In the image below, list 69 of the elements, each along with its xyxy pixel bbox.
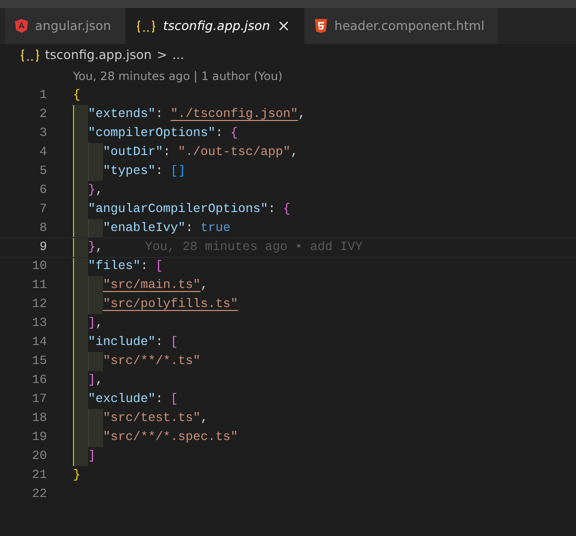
line-number: 10 [30,258,47,275]
code-line: "angularCompilerOptions": { [88,201,291,218]
code-line: "src/polyfills.ts" [103,296,238,313]
code-line: "exclude": [ [88,391,178,408]
code-line: "compilerOptions": { [88,125,238,142]
line-number: 22 [30,486,47,503]
line-number: 5 [38,163,47,180]
code-line: "files": [ [88,258,164,275]
line-number: 4 [38,144,47,161]
code-line: "enableIvy": true [103,220,231,237]
braces-icon [20,48,40,62]
indent-guide [88,295,103,314]
line-number: 9 [38,239,47,256]
line-number: 17 [30,391,47,408]
line-number: 16 [30,372,47,389]
indent-guide [73,447,88,466]
shield-icon [315,19,328,33]
editor-tab[interactable]: header.component.html [305,8,498,44]
indent-guide [88,219,103,238]
line-number: 12 [30,296,47,313]
indent-guide [88,352,103,371]
blame-annotation: You, 28 minutes ago • add IVY [144,239,363,256]
line-number: 7 [38,201,47,218]
code-line: "extends": "./tsconfig.json", [88,106,306,123]
code-line: "src/**/*.spec.ts" [103,429,238,446]
code-line: { [73,87,81,104]
close-icon[interactable]: × [277,18,290,34]
indent-guide [88,409,103,428]
code-line: ], [88,315,104,332]
breadcrumb-separator: > [156,46,168,64]
code-line: ], [88,372,104,389]
line-number: 1 [38,87,47,104]
code-line: "types": [] [103,163,186,180]
editor-tab[interactable]: angular.json [5,8,126,44]
line-number: 2 [38,106,47,123]
codelens-text[interactable]: You, 28 minutes ago | 1 author (You) [73,69,283,83]
code-line: "src/test.ts", [103,410,208,427]
code-line: "src/main.ts", [103,277,208,294]
line-number: 11 [30,277,47,294]
line-number: 15 [30,353,47,370]
line-number: 13 [30,315,47,332]
code-line: } [73,467,81,484]
line-number: 21 [30,467,47,484]
indent-guide [88,428,103,447]
breadcrumb-item[interactable]: tsconfig.app.json [45,46,152,64]
breadcrumb-item[interactable]: ... [172,46,184,64]
indent-guide [88,143,103,162]
line-number: 3 [38,125,47,142]
code-line: }, [88,239,104,256]
line-number: 19 [30,429,47,446]
code-line: ] [88,448,96,465]
code-line: "include": [ [88,334,178,351]
line-number: 20 [30,448,47,465]
indent-guide [73,219,88,238]
indent-guide [88,162,103,181]
code-line: }, [88,182,104,199]
indent-guide [88,276,103,295]
line-number: 8 [38,220,47,237]
line-number: 14 [30,334,47,351]
indent-guide [73,238,88,257]
indent-guide [73,257,88,276]
code-line: "outDir": "./out-tsc/app", [103,144,298,161]
line-number: 6 [38,182,47,199]
braces-icon [136,20,156,32]
code-line: "src/**/*.ts" [103,353,201,370]
shield-icon [15,19,28,33]
indent-guide [73,105,88,124]
editor-tab[interactable]: tsconfig.app.json × [126,8,304,44]
line-number: 18 [30,410,47,427]
